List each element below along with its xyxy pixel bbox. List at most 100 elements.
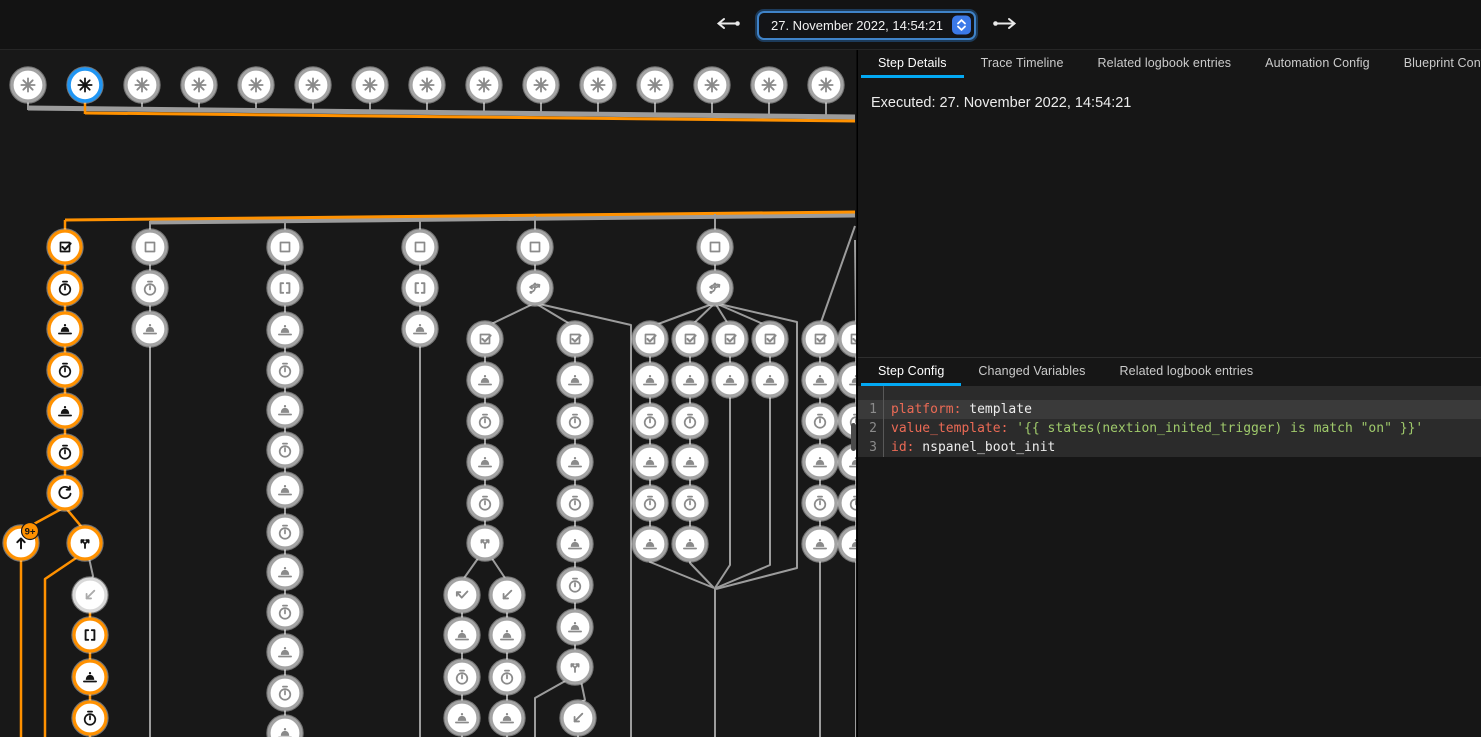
graph-node-bell[interactable] xyxy=(557,362,593,398)
graph-node-trigger[interactable] xyxy=(409,67,445,103)
graph-node-arrow-bottom-left[interactable] xyxy=(489,577,525,613)
graph-node-timer[interactable] xyxy=(672,403,708,439)
graph-node-trigger[interactable] xyxy=(295,67,331,103)
graph-scrollbar-thumb[interactable] xyxy=(851,423,856,451)
graph-node-checkbox-marked[interactable] xyxy=(802,321,838,357)
graph-node-bell[interactable] xyxy=(267,392,303,428)
graph-node-bell[interactable] xyxy=(632,444,668,480)
graph-node-timer[interactable] xyxy=(838,485,856,521)
graph-node-choose[interactable] xyxy=(697,270,733,306)
graph-node-bell[interactable] xyxy=(489,617,525,653)
graph-node-checkbox-blank[interactable] xyxy=(697,229,733,265)
graph-node-call-split[interactable] xyxy=(67,525,103,561)
graph-node-bell[interactable] xyxy=(557,526,593,562)
tab-automation-config[interactable]: Automation Config xyxy=(1248,50,1387,78)
graph-node-arrow-bottom-left[interactable] xyxy=(72,577,108,613)
graph-node-bell[interactable] xyxy=(712,362,748,398)
graph-node-checkbox-marked[interactable] xyxy=(47,229,83,265)
graph-node-timer[interactable] xyxy=(467,403,503,439)
graph-node-trigger[interactable] xyxy=(238,67,274,103)
graph-node-timer[interactable] xyxy=(72,700,108,736)
graph-node-bell[interactable] xyxy=(802,362,838,398)
tab-trace-timeline[interactable]: Trace Timeline xyxy=(964,50,1081,78)
graph-node-timer[interactable] xyxy=(267,594,303,630)
previous-trace-button[interactable] xyxy=(712,15,744,35)
graph-node-brackets[interactable] xyxy=(402,270,438,306)
graph-node-timer[interactable] xyxy=(632,403,668,439)
graph-node-checkbox-marked[interactable] xyxy=(752,321,788,357)
graph-node-timer[interactable] xyxy=(267,514,303,550)
graph-node-timer[interactable] xyxy=(557,485,593,521)
graph-node-trigger[interactable] xyxy=(637,67,673,103)
graph-node-bell[interactable] xyxy=(444,617,480,653)
graph-node-checkbox-marked[interactable] xyxy=(467,321,503,357)
graph-node-timer[interactable] xyxy=(489,659,525,695)
graph-node-checkbox-blank[interactable] xyxy=(267,229,303,265)
graph-node-timer[interactable] xyxy=(467,485,503,521)
graph-node-bell[interactable] xyxy=(802,444,838,480)
graph-node-bell[interactable] xyxy=(672,362,708,398)
graph-node-bell[interactable] xyxy=(838,362,856,398)
trace-selector[interactable]: 27. November 2022, 14:54:21 xyxy=(757,11,976,40)
tab-related-logbook-entries[interactable]: Related logbook entries xyxy=(1103,358,1271,386)
graph-node-bell[interactable] xyxy=(632,526,668,562)
yaml-code-viewer[interactable]: 1platform: template2value_template: '{{ … xyxy=(858,386,1481,457)
graph-node-timer[interactable] xyxy=(47,352,83,388)
graph-node-arrow-bottom-left[interactable] xyxy=(560,700,596,736)
graph-node-bell[interactable] xyxy=(672,526,708,562)
graph-node-repeat[interactable] xyxy=(47,475,83,511)
graph-node-bell[interactable] xyxy=(47,311,83,347)
graph-node-checkbox-marked[interactable] xyxy=(557,321,593,357)
graph-node-bell[interactable] xyxy=(838,526,856,562)
graph-node-timer[interactable] xyxy=(557,567,593,603)
graph-node-bell[interactable] xyxy=(267,472,303,508)
graph-node-timer[interactable] xyxy=(444,659,480,695)
tab-blueprint-config[interactable]: Blueprint Config xyxy=(1387,50,1481,78)
graph-node-brackets[interactable] xyxy=(267,270,303,306)
graph-node-timer[interactable] xyxy=(47,270,83,306)
graph-node-call-split[interactable] xyxy=(557,649,593,685)
graph-node-trigger[interactable] xyxy=(124,67,160,103)
graph-node-checkbox-marked[interactable] xyxy=(838,321,856,357)
graph-node-checkbox-marked[interactable] xyxy=(672,321,708,357)
graph-node-checkbox-blank[interactable] xyxy=(402,229,438,265)
graph-node-trigger[interactable] xyxy=(523,67,559,103)
graph-node-bell[interactable] xyxy=(47,393,83,429)
graph-node-timer[interactable] xyxy=(802,485,838,521)
graph-node-bell[interactable] xyxy=(557,444,593,480)
graph-node-trigger[interactable] xyxy=(694,67,730,103)
graph-node-checkbox-blank[interactable] xyxy=(517,229,553,265)
graph-node-bell[interactable] xyxy=(632,362,668,398)
graph-node-bell[interactable] xyxy=(132,311,168,347)
graph-node-checkbox-marked[interactable] xyxy=(632,321,668,357)
graph-node-timer[interactable] xyxy=(632,485,668,521)
graph-node-timer[interactable] xyxy=(47,434,83,470)
graph-node-trigger[interactable] xyxy=(466,67,502,103)
graph-node-bell[interactable] xyxy=(467,444,503,480)
graph-node-timer[interactable] xyxy=(267,675,303,711)
next-trace-button[interactable] xyxy=(989,15,1021,35)
graph-node-trigger[interactable] xyxy=(67,67,103,103)
graph-node-timer[interactable] xyxy=(802,403,838,439)
graph-node-check-arrow[interactable] xyxy=(444,577,480,613)
graph-node-bell[interactable] xyxy=(444,700,480,736)
tab-changed-variables[interactable]: Changed Variables xyxy=(961,358,1102,386)
graph-node-brackets[interactable] xyxy=(72,617,108,653)
graph-node-bell[interactable] xyxy=(267,634,303,670)
graph-node-trigger[interactable] xyxy=(580,67,616,103)
graph-node-choose[interactable] xyxy=(517,270,553,306)
graph-node-bell[interactable] xyxy=(402,311,438,347)
graph-node-bell[interactable] xyxy=(267,312,303,348)
graph-node-bell[interactable] xyxy=(267,554,303,590)
tab-step-details[interactable]: Step Details xyxy=(861,50,964,78)
graph-node-timer[interactable] xyxy=(557,403,593,439)
graph-node-arrow-up[interactable]: 9+ xyxy=(3,523,39,562)
graph-node-bell[interactable] xyxy=(267,715,303,737)
graph-node-bell[interactable] xyxy=(802,526,838,562)
graph-node-bell[interactable] xyxy=(752,362,788,398)
graph-node-checkbox-blank[interactable] xyxy=(132,229,168,265)
graph-node-call-split[interactable] xyxy=(467,525,503,561)
tab-step-config[interactable]: Step Config xyxy=(861,358,961,386)
graph-node-bell[interactable] xyxy=(672,444,708,480)
graph-node-bell[interactable] xyxy=(72,659,108,695)
